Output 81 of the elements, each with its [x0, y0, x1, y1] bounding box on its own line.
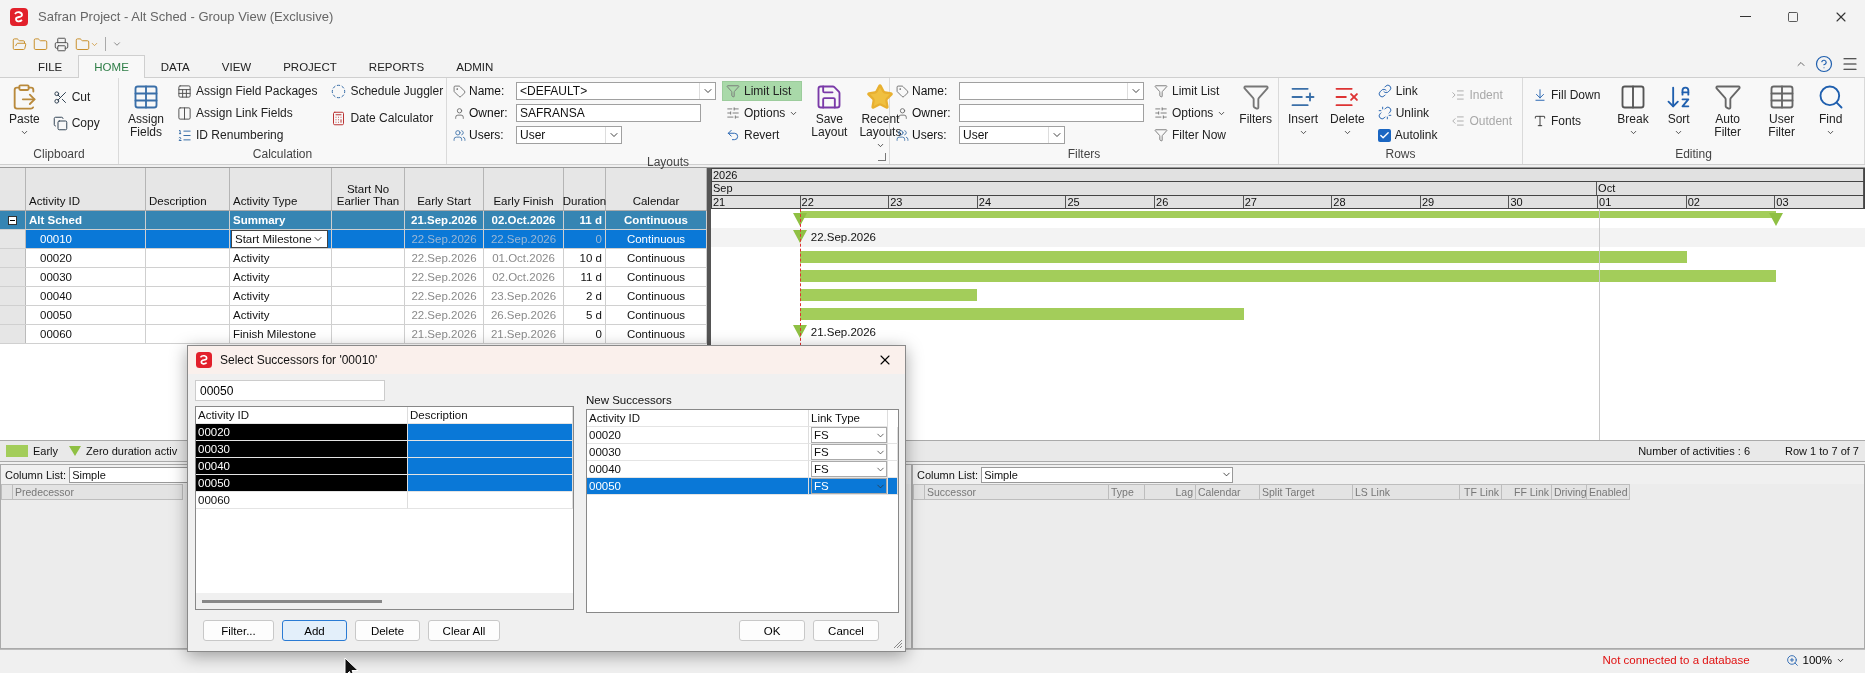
timeline-day: 29	[1420, 196, 1510, 208]
table-cell: 22.Sep.2026	[411, 290, 477, 302]
table-cell: Activity	[233, 252, 270, 264]
table-cell: 10 d	[579, 252, 602, 264]
table-cell: 02.Oct.2026	[492, 271, 555, 283]
legend-label: Zero duration activ	[86, 445, 178, 457]
timeline-day: 21	[712, 196, 801, 208]
group-title: Filters	[1067, 147, 1101, 163]
table-cell: 0	[595, 233, 602, 245]
field-label: Name:	[469, 84, 506, 98]
table-cell: Activity	[233, 309, 270, 321]
table-cell: 11 d	[579, 214, 602, 226]
timeline-day: 02	[1686, 196, 1776, 208]
table-cell: 22.Sep.2026	[411, 233, 477, 245]
table-cell: Continuous	[626, 252, 686, 264]
table-cell: Continuous	[626, 233, 686, 245]
timeline-month: Sep	[712, 182, 1598, 195]
table-cell: 01.Oct.2026	[492, 252, 555, 264]
table-cell: 22.Sep.2026	[411, 309, 477, 321]
group-title: Clipboard	[33, 147, 85, 163]
table-cell: 5 d	[586, 309, 602, 321]
timeline-year: 2026	[712, 169, 1864, 181]
milestone-date: 22.Sep.2026	[810, 230, 876, 243]
timeline-month: Oct	[1597, 182, 1864, 195]
table-cell: 00050	[40, 309, 72, 321]
field-label: Column List:	[5, 468, 67, 481]
section-label: New Successors	[586, 393, 673, 408]
timeline-day: 28	[1332, 196, 1421, 208]
table-cell: 00010	[40, 233, 72, 245]
table-cell: Continuous	[626, 309, 686, 321]
timeline-day: 22	[800, 196, 890, 208]
group-title: Editing	[1675, 147, 1712, 163]
timeline-day: 27	[1243, 196, 1333, 208]
field-label: Users:	[912, 128, 948, 142]
table-cell: 22.Sep.2026	[411, 271, 477, 283]
table-cell: 2 d	[586, 290, 602, 302]
table-cell: 21.Sep.2026	[490, 328, 557, 340]
group-title: Rows	[1385, 147, 1416, 163]
window-title: Safran Project - Alt Sched - Group View (Exclusive)	[38, 9, 335, 24]
table-cell: 11 d	[580, 271, 602, 283]
timeline-day: 03	[1775, 196, 1864, 208]
field-label: Owner:	[469, 106, 509, 120]
table-cell: 26.Sep.2026	[490, 309, 557, 321]
table-cell: Continuous	[626, 271, 686, 283]
legend-label: Early	[33, 445, 59, 457]
table-cell: Continuous	[626, 328, 686, 340]
table-cell: Activity	[233, 271, 270, 283]
table-cell: 21.Sep.2026	[411, 328, 477, 340]
table-cell: Continuous	[624, 214, 688, 226]
field-label: Users:	[469, 128, 505, 142]
field-label: Column List:	[917, 468, 979, 481]
table-cell: Alt Sched	[29, 214, 83, 226]
dialog-title: Select Successors for '00010'	[220, 353, 379, 367]
milestone-date: 21.Sep.2026	[810, 325, 876, 338]
table-cell: Finish Milestone	[233, 328, 317, 340]
timeline-day: 23	[889, 196, 978, 208]
table-cell: 23.Sep.2026	[490, 290, 557, 302]
timeline-day: 25	[1066, 196, 1156, 208]
table-cell: 22.Sep.2026	[411, 252, 477, 264]
table-cell: 00060	[40, 328, 72, 340]
group-title: Calculation	[252, 147, 313, 163]
timeline-day: 01	[1598, 196, 1687, 208]
timeline-day: 24	[977, 196, 1067, 208]
timeline-day: 30	[1509, 196, 1599, 208]
connection-status: Not connected to a database	[1602, 654, 1750, 666]
timeline-day: 26	[1155, 196, 1244, 208]
table-cell: 00030	[40, 271, 72, 283]
table-cell: 21.Sep.2026	[411, 214, 477, 226]
field-label: Name:	[912, 84, 949, 98]
table-cell: 22.Sep.2026	[490, 233, 557, 245]
group-title: Layouts	[647, 155, 689, 170]
table-cell: 00020	[40, 252, 72, 264]
table-cell: 02.Oct.2026	[491, 214, 556, 226]
field-label: Owner:	[912, 106, 952, 120]
table-cell: Summary	[233, 214, 286, 226]
activity-count: Number of activities : 6	[1638, 445, 1750, 457]
table-cell: 00040	[40, 290, 72, 302]
row-count: Row 1 to 7 of 7	[1785, 445, 1859, 457]
table-cell: Activity	[233, 290, 270, 302]
table-cell: Continuous	[626, 290, 686, 302]
table-cell: 0	[595, 328, 602, 340]
